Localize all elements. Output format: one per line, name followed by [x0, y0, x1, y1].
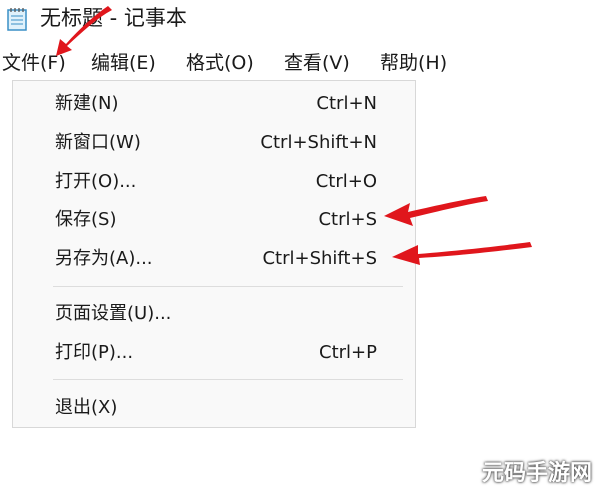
menu-item-page-setup[interactable]: 页面设置(U)...	[13, 296, 415, 332]
menu-item-new[interactable]: 新建(N) Ctrl+N	[13, 86, 415, 122]
menu-item-label: 打开(O)...	[55, 171, 137, 192]
menu-item-new-window[interactable]: 新窗口(W) Ctrl+Shift+N	[13, 125, 415, 161]
notepad-icon	[7, 8, 27, 31]
menu-separator	[53, 286, 403, 287]
menu-item-label: 页面设置(U)...	[55, 303, 172, 324]
menu-help[interactable]: 帮助(H)	[380, 48, 447, 78]
menu-item-save-as[interactable]: 另存为(A)... Ctrl+Shift+S	[13, 241, 415, 277]
window-title: 无标题 - 记事本	[40, 6, 187, 30]
menu-item-shortcut: Ctrl+Shift+N	[260, 132, 377, 153]
menu-item-label: 退出(X)	[55, 397, 118, 418]
menu-view[interactable]: 查看(V)	[284, 48, 350, 78]
menu-item-shortcut: Ctrl+Shift+S	[262, 248, 377, 269]
menu-item-shortcut: Ctrl+N	[316, 93, 377, 114]
menu-item-shortcut: Ctrl+P	[319, 342, 377, 363]
menu-item-shortcut: Ctrl+O	[315, 171, 377, 192]
menu-item-label: 打印(P)...	[55, 342, 134, 363]
menu-file[interactable]: 文件(F)	[0, 48, 68, 78]
menu-item-shortcut: Ctrl+S	[318, 209, 377, 230]
menu-item-save[interactable]: 保存(S) Ctrl+S	[13, 202, 415, 238]
menu-format[interactable]: 格式(O)	[186, 48, 254, 78]
menu-item-label: 保存(S)	[55, 209, 117, 230]
watermark: 元码手游网	[481, 461, 592, 486]
menu-item-exit[interactable]: 退出(X)	[13, 390, 415, 426]
file-menu-dropdown: 新建(N) Ctrl+N 新窗口(W) Ctrl+Shift+N 打开(O)..…	[12, 80, 416, 428]
menu-bar: 文件(F) 编辑(E) 格式(O) 查看(V) 帮助(H)	[0, 44, 600, 82]
menu-item-open[interactable]: 打开(O)... Ctrl+O	[13, 164, 415, 200]
menu-edit[interactable]: 编辑(E)	[91, 48, 156, 78]
menu-item-label: 新窗口(W)	[55, 132, 141, 153]
menu-item-label: 新建(N)	[55, 93, 119, 114]
menu-item-print[interactable]: 打印(P)... Ctrl+P	[13, 335, 415, 371]
menu-separator	[53, 379, 403, 380]
menu-item-label: 另存为(A)...	[55, 248, 153, 269]
title-bar: 无标题 - 记事本	[0, 0, 600, 40]
